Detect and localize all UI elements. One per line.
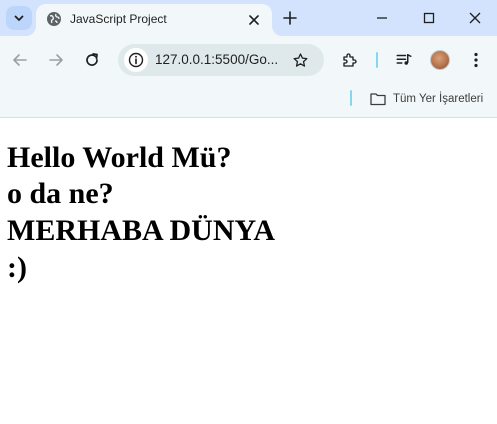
profile-avatar[interactable]	[430, 50, 450, 70]
toolbar-divider	[376, 52, 378, 68]
menu-button[interactable]	[462, 46, 490, 74]
minimize-button[interactable]	[362, 4, 402, 32]
browser-window: JavaScript Project 127.0.0.1:5500/Go... …	[0, 0, 497, 424]
bookmark-star-button[interactable]	[288, 48, 312, 72]
toolbar: 127.0.0.1:5500/Go...	[0, 36, 497, 84]
puzzle-icon	[343, 53, 357, 67]
folder-icon	[370, 93, 386, 106]
kebab-menu-icon	[474, 52, 478, 68]
reload-button[interactable]	[78, 46, 106, 74]
star-icon	[292, 52, 308, 67]
address-bar[interactable]: 127.0.0.1:5500/Go...	[118, 44, 324, 76]
page-content: Hello World Mü? o da ne? MERHABA DÜNYA :…	[0, 119, 497, 424]
extensions-button[interactable]	[336, 46, 364, 74]
arrow-left-icon	[13, 54, 27, 66]
bookmarks-divider	[350, 90, 352, 106]
all-bookmarks-label: Tüm Yer İşaretleri	[393, 93, 484, 105]
all-bookmarks-folder[interactable]: Tüm Yer İşaretleri	[366, 87, 487, 111]
heading-line-4: :)	[7, 251, 27, 284]
minimize-icon	[377, 17, 387, 19]
arrow-right-icon	[49, 54, 63, 66]
media-queue-icon	[396, 54, 412, 65]
tab-active[interactable]: JavaScript Project	[36, 4, 272, 36]
maximize-icon	[423, 12, 435, 24]
heading-line-2: o da ne?	[7, 177, 114, 210]
info-icon	[128, 52, 144, 68]
tab-title: JavaScript Project	[70, 12, 167, 26]
chevron-down-icon	[14, 15, 24, 21]
url-text[interactable]: 127.0.0.1:5500/Go...	[155, 52, 278, 67]
bookmarks-bar: Tüm Yer İşaretleri	[0, 84, 497, 118]
close-icon	[469, 12, 481, 24]
media-button[interactable]	[390, 46, 418, 74]
close-window-button[interactable]	[455, 4, 495, 32]
close-icon	[249, 15, 259, 25]
forward-button[interactable]	[42, 46, 70, 74]
site-info-button[interactable]	[124, 48, 148, 72]
globe-icon	[47, 12, 61, 26]
plus-icon	[283, 11, 297, 25]
maximize-button[interactable]	[409, 4, 449, 32]
tab-strip: JavaScript Project	[0, 0, 497, 36]
new-tab-button[interactable]	[278, 6, 302, 30]
heading-line-1: Hello World Mü?	[7, 141, 232, 174]
tab-close-button[interactable]	[244, 10, 264, 30]
heading-line-3: MERHABA DÜNYA	[7, 214, 276, 247]
back-button[interactable]	[6, 46, 34, 74]
reload-icon	[86, 53, 98, 66]
